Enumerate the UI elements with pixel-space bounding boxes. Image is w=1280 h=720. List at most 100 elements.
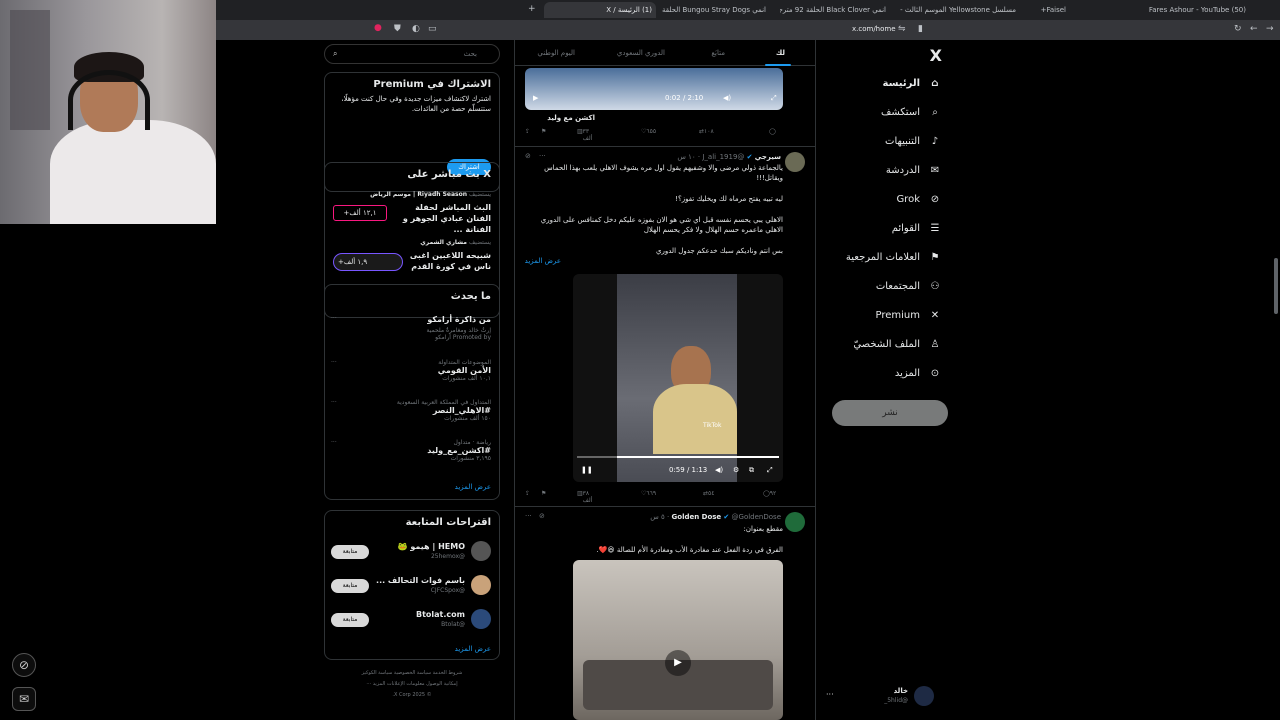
top-video-player[interactable]: ▶ 0:02 / 2:10 ◀) ⤢ xyxy=(525,68,783,110)
grok-floating-icon[interactable]: ⊘ xyxy=(12,653,36,677)
tab-black-clover[interactable]: انمي Black Clover الحلقة 92 مترجمة xyxy=(780,2,890,18)
tab-saudi-league[interactable]: الدوري السعودي xyxy=(617,49,665,57)
post-button[interactable]: نشر xyxy=(832,400,948,426)
back-icon[interactable]: → xyxy=(1266,24,1274,34)
avatar[interactable] xyxy=(785,152,805,172)
tab-for-you[interactable]: لك xyxy=(776,49,785,57)
feed-tabs: لك متابَع الدوري السعودي اليوم الوطني xyxy=(515,40,815,66)
site-settings-icon[interactable]: ⇋ xyxy=(898,24,906,34)
video-progress-track[interactable] xyxy=(577,456,779,458)
nav-messages[interactable]: ✉الدردشة xyxy=(886,160,942,182)
extension-icon[interactable]: ◐ xyxy=(412,24,420,34)
record-icon[interactable]: ● xyxy=(374,23,382,33)
follow-button[interactable]: متابعة xyxy=(331,613,369,627)
nav-home[interactable]: ⌂الرئيسة xyxy=(883,73,942,95)
more-icon[interactable]: ··· xyxy=(539,152,546,160)
nav-more[interactable]: ⊙المزيد xyxy=(895,363,942,385)
share-icon[interactable]: ⇪ xyxy=(525,490,530,497)
trend-item[interactable]: المتداول في المملكة العربية السعودية #ال… xyxy=(331,399,491,422)
account-switcher[interactable]: خالد @5hlid_ ··· xyxy=(826,684,948,710)
bookmark-star-icon[interactable]: ▮ xyxy=(918,24,923,34)
webcam-person-body xyxy=(50,120,216,224)
avatar[interactable] xyxy=(785,512,805,532)
more-icon[interactable]: ··· xyxy=(826,690,834,699)
tweet2-video-player[interactable]: ▶ xyxy=(573,560,783,720)
live-item[interactable]: يستضيف Riyadh Season | موسم الرياض البث … xyxy=(331,191,491,235)
trends-card: ما يحدث من ذاكرة أرامكو إرثٌ خالد ومغامر… xyxy=(324,284,500,500)
play-icon[interactable]: ▶ xyxy=(665,650,691,676)
nav-communities[interactable]: ⚇المجتمعات xyxy=(876,276,942,298)
nav-lists[interactable]: ☰القوائم xyxy=(892,218,942,240)
bookmark-icon[interactable]: ⚑ xyxy=(541,490,546,497)
follow-suggestion[interactable]: Btolat.com @Btolat متابعة xyxy=(331,609,491,633)
reply-count[interactable]: ◯ ٩٢ xyxy=(763,490,776,497)
tab-national-day[interactable]: اليوم الوطني xyxy=(537,49,575,57)
grok-icon[interactable]: ⊘ xyxy=(539,512,545,520)
nav-bookmarks[interactable]: ⚑العلامات المرجعية xyxy=(846,247,942,269)
nav-premium[interactable]: ✕Premium xyxy=(876,305,943,327)
fullscreen-icon[interactable]: ⤢ xyxy=(771,94,777,103)
tab-search-icon[interactable]: ▭ xyxy=(428,24,437,34)
pause-icon[interactable]: ❚❚ xyxy=(581,466,593,474)
trend-item[interactable]: رياضة · متداول #اكشن_مع_وليد ٣,١٩٥ منشور… xyxy=(331,439,491,462)
nav-notifications[interactable]: ♪التنبيهات xyxy=(885,131,942,153)
mail-icon: ✉ xyxy=(930,165,940,176)
trends-show-more-link[interactable]: عرض المزيد xyxy=(455,483,491,491)
search-input[interactable]: بحث ⌕ xyxy=(324,44,500,64)
settings-icon[interactable]: ⚙ xyxy=(733,466,739,474)
nav-explore[interactable]: ⌕استكشف xyxy=(881,102,942,124)
premium-text: اشترك لاكتشاف ميزات جديدة وفي حال كنت مؤ… xyxy=(341,95,491,113)
tab-bungou[interactable]: انمي Bungou Stray Dogs الحلقة 3 مت xyxy=(660,2,770,18)
live-item[interactable]: يستضيف مشاري الشمري شبيحه اللاعبين اغبى … xyxy=(331,239,491,272)
more-icon[interactable]: ··· xyxy=(331,359,337,366)
volume-icon[interactable]: ◀) xyxy=(715,466,723,474)
views-count[interactable]: ▥ ٣٨ ألف xyxy=(577,490,592,504)
messages-floating-icon[interactable]: ✉ xyxy=(12,687,36,711)
more-icon[interactable]: ··· xyxy=(331,439,337,446)
play-icon[interactable]: ▶ xyxy=(533,94,538,102)
repost-count[interactable]: ⇄ ٥٤ xyxy=(703,490,714,497)
verified-badge-icon: ✔ xyxy=(723,513,730,521)
tweet-footer-label[interactable]: اكشن مع وليد xyxy=(547,114,595,122)
repost-count[interactable]: ⇄ ١٠٨ xyxy=(699,128,714,135)
tab-faisel[interactable]: Faisel+ xyxy=(1030,2,1070,18)
x-logo[interactable]: X xyxy=(930,46,942,65)
follow-button[interactable]: متابعة xyxy=(331,579,369,593)
avatar xyxy=(914,686,934,706)
tab-youtube[interactable]: (50) Fares Ashour - YouTube xyxy=(1140,2,1250,18)
shield-icon[interactable]: ⛊ xyxy=(394,24,401,34)
more-circle-icon: ⊙ xyxy=(930,368,940,379)
trend-item[interactable]: من ذاكرة أرامكو إرثٌ خالد ومغامرةٌ ملحمي… xyxy=(331,315,491,341)
follow-suggestion[interactable]: باسم فوات التحالف ... @CJFCSpox متابعة xyxy=(331,575,491,599)
views-count[interactable]: ▥ ٣٣ ألف xyxy=(577,128,592,142)
follow-show-more-link[interactable]: عرض المزيد xyxy=(455,645,491,653)
popout-icon[interactable]: ⧉ xyxy=(749,466,754,475)
show-more-link[interactable]: عرض المزيد xyxy=(525,257,561,265)
reply-icon[interactable]: ◯ xyxy=(769,128,776,135)
right-sidebar: بحث ⌕ الاشتراك في Premium اشترك لاكتشاف … xyxy=(324,40,500,720)
share-icon[interactable]: ⇪ xyxy=(525,128,530,135)
trend-item[interactable]: الموضوعات المتداولة الأمن القومي ١٠,١ أل… xyxy=(331,359,491,382)
more-icon[interactable]: ··· xyxy=(525,512,532,520)
new-tab-button[interactable]: + xyxy=(528,4,536,14)
more-icon[interactable]: ··· xyxy=(331,315,337,322)
grok-icon[interactable]: ⊘ xyxy=(525,152,531,160)
reload-icon[interactable]: ↻ xyxy=(1234,24,1242,34)
more-icon[interactable]: ··· xyxy=(331,399,337,406)
follow-suggestion[interactable]: HEMO | هيمو 🐸 @25hemox متابعة xyxy=(331,541,491,565)
fullscreen-icon[interactable]: ⤢ xyxy=(767,466,773,475)
like-count[interactable]: ♡ ٦٦٩ xyxy=(641,490,656,497)
nav-grok[interactable]: ⊘Grok xyxy=(896,189,942,211)
tab-yellowstone[interactable]: مسلسل Yellowstone الموسم الثالث - xyxy=(900,2,1020,18)
like-count[interactable]: ♡ ٦٥٥ xyxy=(641,128,656,135)
url-field[interactable]: x.com/home xyxy=(852,25,896,33)
follow-button[interactable]: متابعة xyxy=(331,545,369,559)
tab-following[interactable]: متابَع xyxy=(711,49,725,57)
forward-icon[interactable]: ← xyxy=(1250,24,1258,34)
page-scrollbar[interactable] xyxy=(1274,258,1278,314)
tab-x-home[interactable]: (1) الرئيسة / X xyxy=(544,2,656,18)
nav-profile[interactable]: ♙الملف الشخصيّ xyxy=(853,334,942,356)
tweet-video-player[interactable]: TikTok ❚❚ 0:59 / 1:13 ◀) ⚙ ⧉ ⤢ xyxy=(573,274,783,482)
bookmark-icon[interactable]: ⚑ xyxy=(541,128,546,135)
volume-icon[interactable]: ◀) xyxy=(723,94,731,102)
